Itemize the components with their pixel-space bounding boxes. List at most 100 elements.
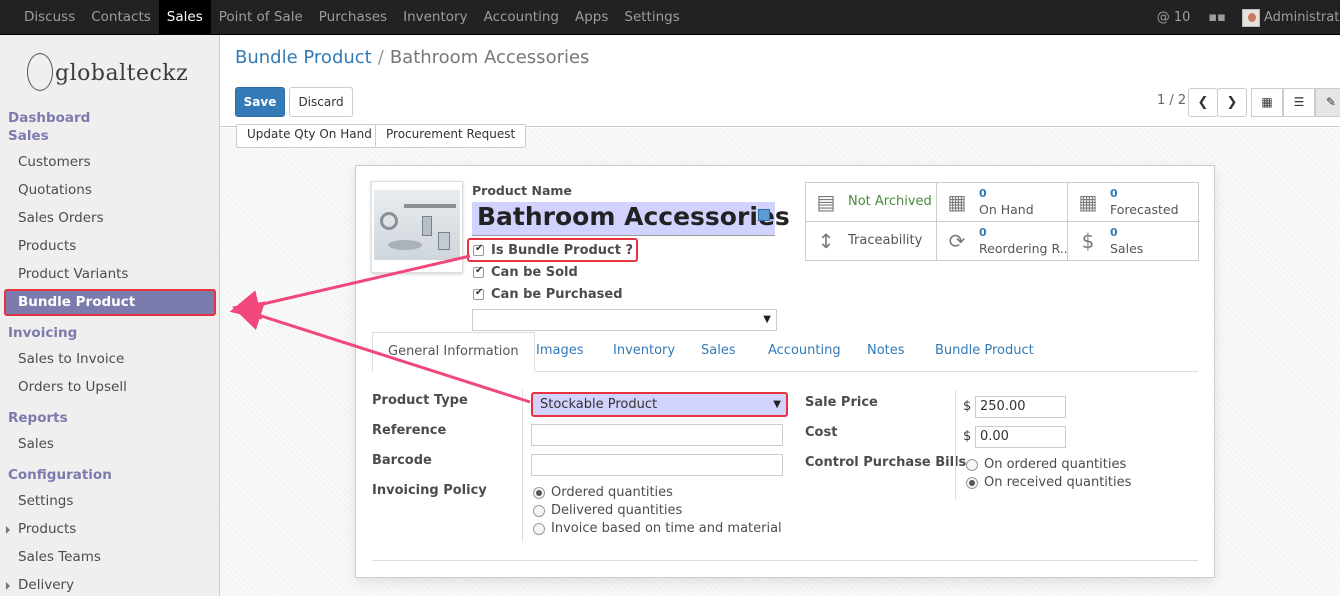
sidebar-head-invoicing[interactable]: Invoicing [8, 325, 77, 341]
invoicing-policy-label: Invoicing Policy [372, 483, 487, 498]
currency-symbol: $ [963, 399, 972, 414]
breadcrumb-separator: / [377, 47, 384, 68]
pager-value[interactable]: 1 / 2 [1157, 93, 1186, 108]
list-view-icon[interactable]: ☰ [1283, 88, 1315, 117]
menu-purchases[interactable]: Purchases [311, 0, 395, 35]
user-name[interactable]: Administrator [1264, 10, 1340, 25]
dollar-icon: $ [1081, 229, 1095, 253]
logo-ring-icon [27, 53, 53, 91]
mentions-counter[interactable]: @ 10 [1157, 10, 1191, 25]
translate-flag-icon[interactable] [758, 209, 770, 221]
sidebar-item-settings[interactable]: Settings [18, 493, 73, 509]
menu-accounting[interactable]: Accounting [476, 0, 567, 35]
control-received-label: On received quantities [984, 475, 1132, 490]
sidebar-item-delivery[interactable]: Delivery [5, 577, 74, 593]
cost-label: Cost [805, 425, 838, 440]
sidebar-head-sales[interactable]: Sales [8, 128, 49, 144]
sidebar-head-configuration[interactable]: Configuration [8, 467, 112, 483]
user-avatar[interactable] [1242, 8, 1260, 27]
sidebar-item-product-variants[interactable]: Product Variants [18, 266, 128, 282]
product-type-select[interactable]: Stockable Product ▼ [531, 392, 788, 417]
save-button[interactable]: Save [235, 87, 285, 117]
sidebar-item-sales-teams[interactable]: Sales Teams [18, 549, 101, 565]
menu-point-of-sale[interactable]: Point of Sale [211, 0, 311, 35]
tab-accounting[interactable]: Accounting [768, 332, 841, 372]
sidebar-item-sales-orders[interactable]: Sales Orders [18, 210, 104, 226]
control-received-radio[interactable] [966, 477, 978, 489]
invoicing-time-material-radio[interactable] [533, 523, 545, 535]
sidebar-item-bundle-product[interactable]: Bundle Product [4, 289, 216, 316]
top-navbar: Discuss Contacts Sales Point of Sale Pur… [0, 0, 1340, 35]
reference-label: Reference [372, 423, 447, 438]
menu-sales[interactable]: Sales [158, 0, 211, 35]
menu-contacts[interactable]: Contacts [83, 0, 159, 35]
product-type-label: Product Type [372, 393, 468, 408]
can-be-purchased-label: Can be Purchased [491, 287, 623, 302]
traceability-button[interactable]: ↕ Traceability [806, 222, 937, 261]
sidebar-item-reports-sales[interactable]: Sales [18, 436, 54, 452]
reference-input[interactable] [531, 424, 783, 446]
control-panel: Bundle Product / Bathroom Accessories Save… [220, 35, 1340, 127]
product-name-input[interactable]: Bathroom Accessories [472, 202, 790, 236]
breadcrumb: Bundle Product / Bathroom Accessories [235, 47, 589, 68]
empty-select[interactable]: ▼ [472, 309, 777, 331]
menu-discuss[interactable]: Discuss [16, 0, 83, 35]
pager-next-icon[interactable]: ❯ [1217, 88, 1247, 117]
arrows-vertical-icon: ↕ [817, 229, 835, 253]
breadcrumb-parent[interactable]: Bundle Product [235, 47, 372, 68]
pager-previous-icon[interactable]: ❮ [1188, 88, 1218, 117]
sidebar-head-reports[interactable]: Reports [8, 410, 68, 426]
sidebar-item-customers[interactable]: Customers [18, 154, 91, 170]
can-be-purchased-checkbox[interactable] [473, 287, 484, 300]
sales-button[interactable]: $ 0 Sales [1068, 222, 1200, 261]
tab-bundle-product[interactable]: Bundle Product [935, 332, 1034, 372]
smart-buttons: ▤ Not Archived ▦ 0 On Hand ▦ 0 Forecaste… [805, 182, 1200, 261]
invoicing-ordered-radio[interactable] [533, 487, 545, 499]
sidebar-item-products[interactable]: Products [18, 238, 76, 254]
invoicing-delivered-radio[interactable] [533, 505, 545, 517]
menu-settings[interactable]: Settings [616, 0, 687, 35]
control-ordered-radio[interactable] [966, 459, 978, 471]
active-button[interactable]: ▤ Not Archived [806, 183, 937, 222]
chat-icon[interactable]: ▪▪ [1208, 10, 1226, 25]
discard-button[interactable]: Discard [289, 87, 353, 117]
breadcrumb-current: Bathroom Accessories [389, 47, 590, 68]
notebook-tabs: General Information Images Inventory Sal… [372, 332, 1198, 372]
building-icon: ▦ [947, 190, 967, 214]
sale-price-input[interactable]: 250.00 [975, 396, 1066, 418]
sidebar-item-orders-to-upsell[interactable]: Orders to Upsell [18, 379, 127, 395]
systray: @ 10 ▪▪ Administrator [1157, 0, 1340, 35]
cost-input[interactable]: 0.00 [975, 426, 1066, 448]
can-be-sold-checkbox[interactable] [473, 265, 484, 278]
sidebar-item-quotations[interactable]: Quotations [18, 182, 92, 198]
is-bundle-checkbox[interactable] [473, 243, 484, 256]
refresh-icon: ⟳ [948, 229, 966, 253]
sidebar-dashboard[interactable]: Dashboard [8, 110, 90, 126]
product-name-label: Product Name [472, 183, 572, 198]
form-view-icon[interactable]: ✎ [1315, 88, 1340, 117]
dropdown-caret-icon: ▼ [763, 314, 771, 325]
building-icon: ▦ [1078, 190, 1098, 214]
kanban-view-icon[interactable]: ▦ [1251, 88, 1283, 117]
forecasted-button[interactable]: ▦ 0 Forecasted [1068, 183, 1200, 222]
tab-general-information[interactable]: General Information [372, 332, 535, 372]
on-hand-button[interactable]: ▦ 0 On Hand [937, 183, 1068, 222]
menu-apps[interactable]: Apps [567, 0, 616, 35]
sidebar-item-sales-to-invoice[interactable]: Sales to Invoice [18, 351, 124, 367]
tab-inventory[interactable]: Inventory [613, 332, 675, 372]
menu-inventory[interactable]: Inventory [395, 0, 475, 35]
update-qty-button[interactable]: Update Qty On Hand [236, 124, 383, 148]
barcode-label: Barcode [372, 453, 432, 468]
tab-sales[interactable]: Sales [701, 332, 736, 372]
product-image[interactable] [371, 181, 463, 273]
procurement-request-button[interactable]: Procurement Request [375, 124, 527, 148]
sidebar: globalteckz Dashboard Sales Customers Qu… [0, 35, 220, 596]
control-ordered-label: On ordered quantities [984, 457, 1127, 472]
archive-icon: ▤ [816, 190, 836, 214]
tab-notes[interactable]: Notes [867, 332, 905, 372]
tab-images[interactable]: Images [536, 332, 584, 372]
sidebar-item-config-products[interactable]: Products [5, 521, 76, 537]
barcode-input[interactable] [531, 454, 783, 476]
reordering-rules-button[interactable]: ⟳ 0 Reordering R... [937, 222, 1068, 261]
invoicing-delivered-label: Delivered quantities [551, 503, 683, 518]
